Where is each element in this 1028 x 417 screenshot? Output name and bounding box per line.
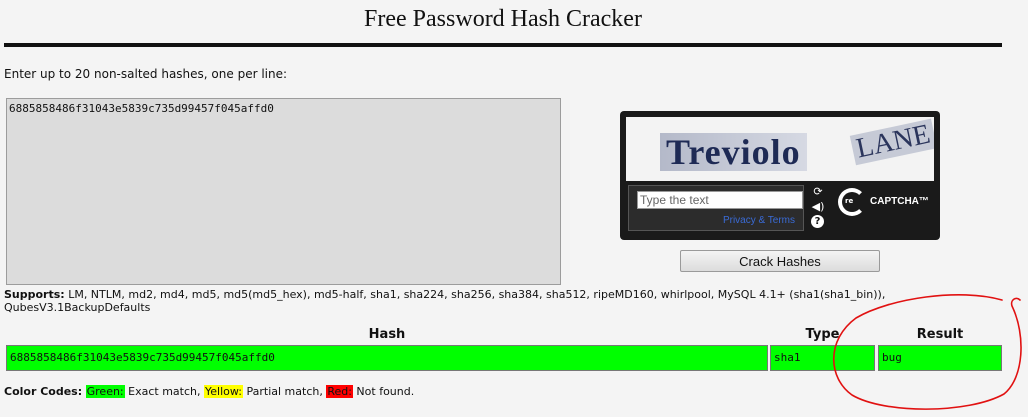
recaptcha-brand: CAPTCHA™ [870,196,929,207]
header-type: Type [805,327,840,342]
result-hash-cell: 6885858486f31043e5839c735d99457f045affd0 [6,345,768,371]
supports-label: Supports: [4,288,65,301]
red-desc: Not found. [352,385,415,398]
result-value-cell: bug [878,345,1002,371]
title-divider [4,43,1002,47]
captcha-response-input[interactable] [637,191,803,209]
header-hash: Hash [368,327,406,342]
recaptcha-prefix: re [845,197,854,205]
privacy-terms-link[interactable]: Privacy & Terms [723,215,795,226]
hash-input-textarea[interactable] [6,98,561,285]
help-icon[interactable]: ? [811,215,824,228]
captcha-image: Treviolo LANE [626,117,934,181]
instructions-text: Enter up to 20 non-salted hashes, one pe… [4,67,288,81]
yellow-swatch: Yellow: [204,385,243,398]
supports-list: LM, NTLM, md2, md4, md5, md5(md5_hex), m… [4,288,886,314]
green-desc: Exact match, [124,385,204,398]
supported-algorithms: Supports: LM, NTLM, md2, md4, md5, md5(m… [4,288,924,314]
captcha-response-box: Privacy & Terms [628,185,804,231]
captcha-word-1: Treviolo [660,133,807,171]
crack-hashes-button[interactable]: Crack Hashes [680,250,880,272]
refresh-icon[interactable]: ⟳ [810,185,826,198]
captcha-tools: ⟳ ◀) ? [810,185,828,231]
result-type-cell: sha1 [770,345,875,371]
page-title: Free Password Hash Cracker [364,6,642,32]
green-swatch: Green: [85,385,125,398]
header-result: Result [916,327,964,342]
yellow-desc: Partial match, [242,385,327,398]
recaptcha-logo: re CAPTCHA™ [838,187,934,227]
recaptcha-widget: Treviolo LANE Privacy & Terms ⟳ ◀) ? re … [620,111,940,240]
red-swatch: Red: [326,385,353,398]
color-codes-label: Color Codes: [4,385,83,398]
color-codes-legend: Color Codes: Green: Exact match, Yellow:… [4,385,414,398]
captcha-word-2: LANE [849,119,934,166]
audio-icon[interactable]: ◀) [810,200,826,213]
